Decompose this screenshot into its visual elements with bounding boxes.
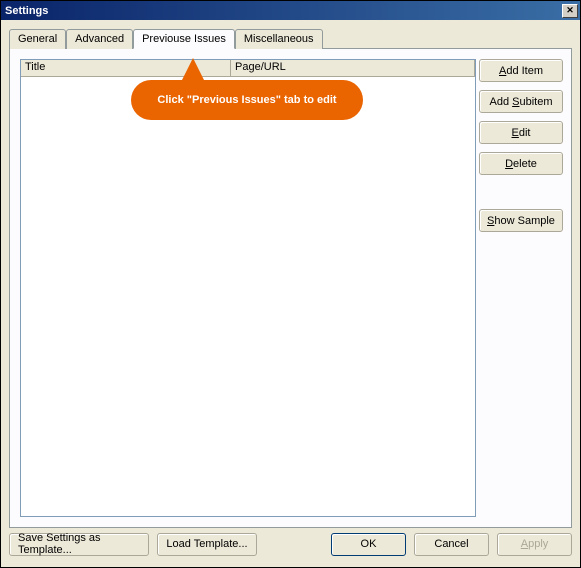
settings-window: Settings ✕ General Advanced Previouse Is… [0,0,581,568]
tab-advanced[interactable]: Advanced [66,29,133,49]
bottom-bar: Save Settings as Template... Load Templa… [9,529,572,559]
show-sample-button[interactable]: Show Sample [479,209,563,232]
sidebar-buttons: Add Item Add Subitem Edit Delete Show Sa… [479,59,563,232]
add-subitem-button[interactable]: Add Subitem [479,90,563,113]
ok-button[interactable]: OK [331,533,406,556]
tabstrip: General Advanced Previouse Issues Miscel… [9,28,572,48]
cancel-button[interactable]: Cancel [414,533,489,556]
close-button[interactable]: ✕ [562,4,578,18]
tab-previouse-issues[interactable]: Previouse Issues [133,29,235,49]
issues-listbox[interactable]: Title Page/URL [20,59,476,517]
save-template-button[interactable]: Save Settings as Template... [9,533,149,556]
window-title: Settings [5,5,48,17]
tab-general[interactable]: General [9,29,66,49]
tab-panel: Title Page/URL Add Item Add Subitem Edit… [9,48,572,528]
titlebar: Settings ✕ [1,1,580,20]
edit-button[interactable]: Edit [479,121,563,144]
tab-miscellaneous[interactable]: Miscellaneous [235,29,323,49]
column-title[interactable]: Title [21,60,231,77]
load-template-button[interactable]: Load Template... [157,533,257,556]
column-page-url[interactable]: Page/URL [231,60,475,77]
delete-button[interactable]: Delete [479,152,563,175]
list-header: Title Page/URL [21,60,475,77]
apply-button[interactable]: Apply [497,533,572,556]
window-content: General Advanced Previouse Issues Miscel… [1,20,580,567]
add-item-button[interactable]: Add Item [479,59,563,82]
